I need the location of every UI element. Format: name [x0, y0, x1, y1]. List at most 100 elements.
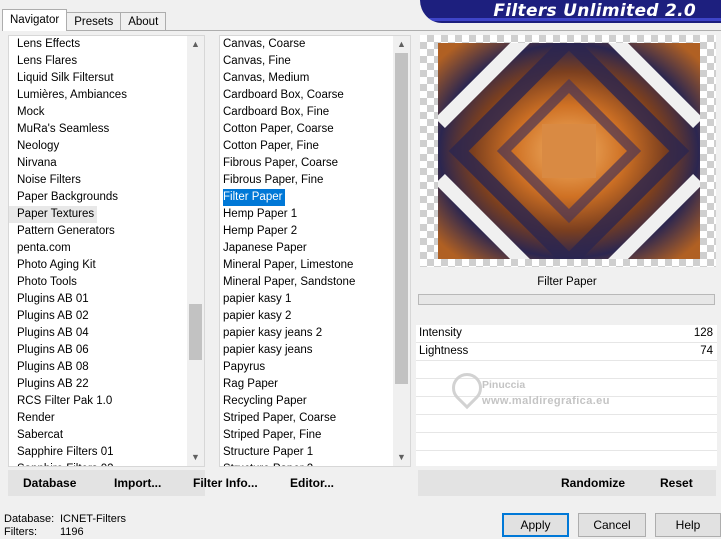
- scroll-up-icon[interactable]: ▲: [187, 36, 204, 53]
- category-item[interactable]: Neology: [9, 138, 187, 155]
- filter-item[interactable]: Filter Paper: [220, 189, 393, 206]
- tab-about[interactable]: About: [120, 12, 167, 31]
- filter-item[interactable]: Canvas, Medium: [220, 70, 393, 87]
- title-banner: Filters Unlimited 2.0: [420, 0, 721, 23]
- category-item[interactable]: Liquid Silk Filtersut: [9, 70, 187, 87]
- category-label: Lumières, Ambiances: [17, 89, 127, 101]
- category-label: Lens Effects: [17, 38, 81, 50]
- param-intensity-value[interactable]: 128: [694, 327, 713, 339]
- filter-label: Fibrous Paper, Fine: [223, 174, 324, 186]
- status-filters: Filters: 1196: [4, 526, 84, 539]
- preview-image: [438, 43, 700, 259]
- filter-item[interactable]: Canvas, Coarse: [220, 36, 393, 53]
- filter-item[interactable]: Cardboard Box, Coarse: [220, 87, 393, 104]
- watermark-site: www.maldiregrafica.eu: [482, 395, 610, 407]
- category-item[interactable]: Photo Tools: [9, 274, 187, 291]
- filter-item[interactable]: Japanese Paper: [220, 240, 393, 257]
- filter-scroll-thumb[interactable]: [395, 53, 408, 384]
- reset-button[interactable]: Reset: [660, 470, 693, 496]
- category-item[interactable]: penta.com: [9, 240, 187, 257]
- tab-navigator[interactable]: Navigator: [2, 9, 68, 31]
- import-button[interactable]: Import...: [114, 470, 161, 496]
- category-panel: Lens Effects Lens Flares Liquid Silk Filte…: [8, 35, 205, 467]
- filter-label: Rag Paper: [223, 378, 278, 390]
- filter-item[interactable]: papier kasy jeans: [220, 342, 393, 359]
- category-item[interactable]: Plugins AB 02: [9, 308, 187, 325]
- cancel-button[interactable]: Cancel: [578, 513, 646, 537]
- category-label: Photo Aging Kit: [17, 259, 96, 271]
- filter-item[interactable]: Hemp Paper 1: [220, 206, 393, 223]
- filter-label: Filter Paper: [223, 189, 286, 206]
- filter-item[interactable]: Striped Paper, Fine: [220, 427, 393, 444]
- filter-info-button[interactable]: Filter Info...: [193, 470, 258, 496]
- category-item[interactable]: MuRa's Seamless: [9, 121, 187, 138]
- filter-item[interactable]: Recycling Paper: [220, 393, 393, 410]
- filter-item[interactable]: Mineral Paper, Limestone: [220, 257, 393, 274]
- param-empty-row: [416, 415, 717, 433]
- watermark-name: Pinuccia: [482, 379, 526, 391]
- category-item[interactable]: Sabercat: [9, 427, 187, 444]
- filter-item[interactable]: Cotton Paper, Fine: [220, 138, 393, 155]
- filter-item[interactable]: Papyrus: [220, 359, 393, 376]
- category-item[interactable]: Paper Backgrounds: [9, 189, 187, 206]
- database-button[interactable]: Database: [23, 470, 76, 496]
- scroll-down-icon[interactable]: ▼: [393, 449, 410, 466]
- filter-item[interactable]: Cardboard Box, Fine: [220, 104, 393, 121]
- scroll-down-icon[interactable]: ▼: [187, 449, 204, 466]
- category-item[interactable]: Render: [9, 410, 187, 427]
- param-lightness-row[interactable]: Lightness 74: [416, 343, 717, 361]
- category-item[interactable]: Noise Filters: [9, 172, 187, 189]
- category-item[interactable]: Sapphire Filters 01: [9, 444, 187, 461]
- category-label: Neology: [17, 140, 60, 152]
- editor-button[interactable]: Editor...: [290, 470, 334, 496]
- filter-list[interactable]: Canvas, Coarse Canvas, Fine Canvas, Medium…: [220, 36, 393, 466]
- category-item[interactable]: Nirvana: [9, 155, 187, 172]
- param-intensity-row[interactable]: Intensity 128: [416, 325, 717, 343]
- category-item[interactable]: Plugins AB 01: [9, 291, 187, 308]
- category-item[interactable]: Photo Aging Kit: [9, 257, 187, 274]
- help-button[interactable]: Help: [655, 513, 721, 537]
- randomize-button[interactable]: Randomize: [561, 470, 625, 496]
- status-filters-value: 1196: [60, 526, 84, 538]
- tab-presets[interactable]: Presets: [66, 12, 122, 31]
- category-scroll-thumb[interactable]: [189, 304, 202, 360]
- filter-item[interactable]: Canvas, Fine: [220, 53, 393, 70]
- filter-item[interactable]: Striped Paper, Coarse: [220, 410, 393, 427]
- category-item[interactable]: Plugins AB 08: [9, 359, 187, 376]
- category-item[interactable]: Plugins AB 04: [9, 325, 187, 342]
- category-item[interactable]: Plugins AB 06: [9, 342, 187, 359]
- category-list[interactable]: Lens Effects Lens Flares Liquid Silk Filte…: [9, 36, 187, 466]
- category-item[interactable]: Lens Flares: [9, 53, 187, 70]
- category-scrollbar[interactable]: ▲ ▼: [187, 36, 204, 466]
- filter-item[interactable]: Hemp Paper 2: [220, 223, 393, 240]
- category-item[interactable]: Mock: [9, 104, 187, 121]
- filter-item[interactable]: papier kasy jeans 2: [220, 325, 393, 342]
- filter-item[interactable]: papier kasy 2: [220, 308, 393, 325]
- category-label: Paper Backgrounds: [17, 191, 119, 203]
- category-label: penta.com: [17, 242, 71, 254]
- filter-item[interactable]: Mineral Paper, Sandstone: [220, 274, 393, 291]
- filter-label: Canvas, Medium: [223, 72, 310, 84]
- category-item[interactable]: Paper Textures: [9, 206, 187, 223]
- filter-item[interactable]: Structure Paper 2: [220, 461, 393, 466]
- filter-label: Hemp Paper 1: [223, 208, 298, 220]
- category-item[interactable]: Pattern Generators: [9, 223, 187, 240]
- filter-item[interactable]: Rag Paper: [220, 376, 393, 393]
- category-item[interactable]: Plugins AB 22: [9, 376, 187, 393]
- category-item[interactable]: RCS Filter Pak 1.0: [9, 393, 187, 410]
- filter-item[interactable]: Fibrous Paper, Fine: [220, 172, 393, 189]
- apply-button[interactable]: Apply: [502, 513, 569, 537]
- parameter-slider[interactable]: [418, 294, 715, 305]
- category-item[interactable]: Sapphire Filters 02: [9, 461, 187, 466]
- filter-item[interactable]: Fibrous Paper, Coarse: [220, 155, 393, 172]
- category-label: Photo Tools: [17, 276, 77, 288]
- category-item[interactable]: Lumières, Ambiances: [9, 87, 187, 104]
- scroll-up-icon[interactable]: ▲: [393, 36, 410, 53]
- filter-scrollbar[interactable]: ▲ ▼: [393, 36, 410, 466]
- filter-label: papier kasy jeans 2: [223, 327, 323, 339]
- filter-item[interactable]: Structure Paper 1: [220, 444, 393, 461]
- param-lightness-value[interactable]: 74: [700, 345, 713, 357]
- category-item[interactable]: Lens Effects: [9, 36, 187, 53]
- filter-item[interactable]: papier kasy 1: [220, 291, 393, 308]
- filter-item[interactable]: Cotton Paper, Coarse: [220, 121, 393, 138]
